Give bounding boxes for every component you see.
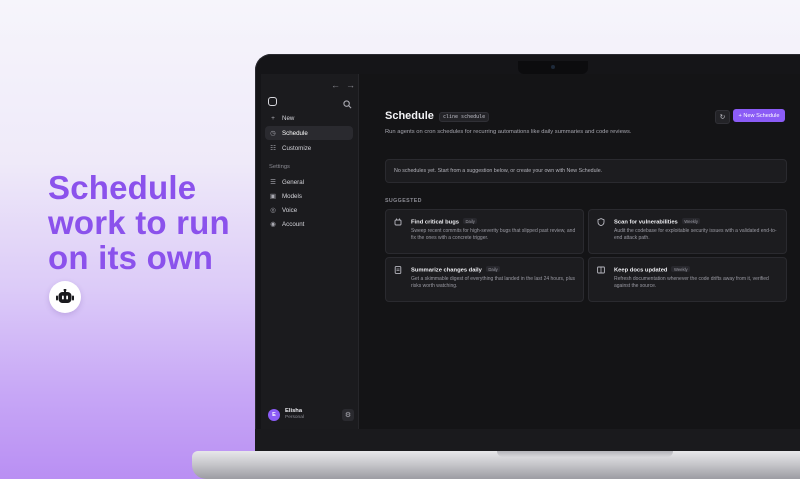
suggestion-description: Sweep recent commits for high-severity b… — [411, 228, 576, 242]
sidebar-item-label: Models — [282, 192, 302, 200]
suggestion-card-summarize-changes[interactable]: Summarize changes daily Daily Get a skimm… — [385, 257, 584, 302]
suggestion-card-find-bugs[interactable]: Find critical bugs Daily Sweep recent com… — [385, 209, 584, 254]
shield-icon — [597, 218, 605, 227]
sidebar-item-label: Voice — [282, 206, 298, 214]
suggestion-description: Refresh documentation whenever the code … — [614, 276, 769, 290]
laptop-bezel — [255, 429, 800, 451]
hero-headline: Schedule work to run on its own — [48, 170, 230, 275]
suggestion-title: Scan for vulnerabilities Weekly — [614, 218, 701, 226]
sliders-icon: ☷ — [270, 145, 276, 152]
camera-icon — [551, 65, 555, 69]
suggestion-title: Find critical bugs Daily — [411, 218, 478, 226]
user-circle-icon: ◉ — [270, 221, 276, 228]
laptop-base — [192, 451, 800, 479]
laptop-groove — [497, 451, 673, 457]
sidebar-item-account[interactable]: ◉ Account — [265, 217, 353, 231]
suggestion-description: Audit the codebase for exploitable secur… — [614, 228, 777, 242]
nav-arrows: ← → — [331, 80, 361, 90]
settings-heading: Settings — [269, 164, 290, 170]
page-description: Run agents on cron schedules for recurri… — [385, 129, 632, 135]
sidebar-item-voice[interactable]: ◎ Voice — [265, 203, 353, 217]
frequency-badge: Daily — [485, 266, 501, 272]
suggestion-title-text: Keep docs updated — [614, 267, 668, 274]
app-logo-icon — [268, 97, 277, 106]
mic-icon: ◎ — [270, 207, 276, 214]
suggestion-card-keep-docs-updated[interactable]: Keep docs updated Weekly Refresh document… — [588, 257, 787, 302]
main-content: Schedule cline schedule Run agents on cr… — [359, 74, 800, 429]
suggested-heading: SUGGESTED — [385, 198, 422, 204]
cli-command-badge: cline schedule — [439, 112, 490, 122]
page-title: Schedule — [385, 110, 434, 122]
suggestion-title-text: Scan for vulnerabilities — [614, 219, 678, 226]
document-icon — [394, 266, 402, 274]
gear-icon[interactable]: ⚙ — [342, 409, 354, 421]
frequency-badge: Weekly — [681, 218, 701, 224]
frequency-badge: Weekly — [671, 266, 691, 272]
sidebar-item-models[interactable]: ▣ Models — [265, 189, 353, 203]
sidebar-item-customize[interactable]: ☷ Customize — [265, 141, 353, 155]
arrow-right-icon[interactable]: → — [346, 80, 355, 90]
frequency-badge: Daily — [463, 218, 478, 224]
user-profile[interactable]: E Elisha Personal ⚙ — [268, 408, 354, 424]
list-icon: ☰ — [270, 179, 276, 186]
plus-icon: + — [271, 114, 275, 122]
suggestion-card-scan-vulnerabilities[interactable]: Scan for vulnerabilities Weekly Audit the… — [588, 209, 787, 254]
sidebar-item-label: New — [282, 114, 295, 122]
arrow-left-icon[interactable]: ← — [331, 80, 340, 90]
robot-icon — [49, 281, 81, 313]
hero-line: Schedule — [48, 169, 197, 206]
empty-state-message: No schedules yet. Start from a suggestio… — [394, 168, 603, 174]
suggestion-title: Keep docs updated Weekly — [614, 266, 691, 274]
empty-state: No schedules yet. Start from a suggestio… — [385, 159, 787, 183]
sidebar-item-label: Schedule — [282, 129, 308, 137]
book-icon — [597, 266, 605, 274]
sidebar-item-label: Account — [282, 220, 305, 228]
bug-icon — [394, 218, 402, 226]
suggestion-title-text: Summarize changes daily — [411, 267, 482, 274]
sidebar-item-schedule[interactable]: ◷ Schedule — [265, 126, 353, 140]
hero-line: work to run — [48, 204, 230, 241]
refresh-icon: ↻ — [719, 114, 726, 121]
sidebar-item-label: Customize — [282, 144, 312, 152]
sidebar-item-new[interactable]: + New — [265, 111, 353, 125]
cube-icon: ▣ — [269, 193, 277, 200]
new-schedule-button[interactable]: + New Schedule — [733, 109, 785, 122]
suggestion-description: Get a skimmable digest of everything tha… — [411, 276, 575, 290]
user-plan: Personal — [285, 415, 304, 420]
refresh-button[interactable]: ↻ — [715, 110, 730, 124]
suggestion-title-text: Find critical bugs — [411, 219, 459, 226]
clock-icon: ◷ — [270, 130, 276, 137]
camera-notch — [518, 61, 588, 74]
sidebar: ← → + New ◷ Schedule ☷ Customize Settings… — [261, 74, 359, 429]
sidebar-item-label: General — [282, 178, 305, 186]
hero-line: on its own — [48, 239, 214, 276]
user-name: Elisha — [285, 408, 303, 414]
app-window: ← → + New ◷ Schedule ☷ Customize Settings… — [261, 74, 800, 429]
sidebar-item-general[interactable]: ☰ General — [265, 175, 353, 189]
sidebar-header — [268, 96, 352, 109]
suggestion-title: Summarize changes daily Daily — [411, 266, 501, 274]
avatar: E — [268, 409, 280, 421]
